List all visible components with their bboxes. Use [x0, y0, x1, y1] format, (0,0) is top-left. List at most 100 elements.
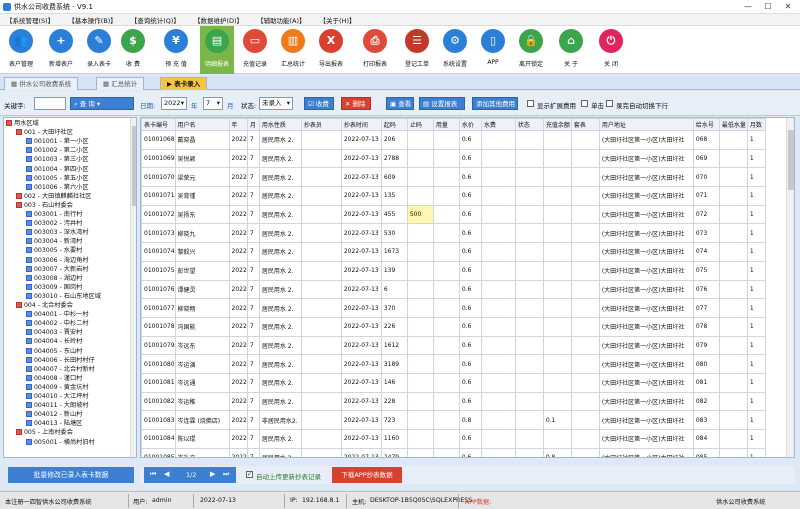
table-row[interactable]: 01001073 柳晓九 2022 7 居民用水 2. 2022-07-13 530 0.6 (… [141, 223, 766, 244]
tree-leaf-node[interactable]: 003003 - 深水湾村 [26, 229, 89, 237]
table-cell[interactable] [406, 148, 434, 169]
column-header[interactable]: 抄表员 [300, 118, 342, 131]
table-cell[interactable] [406, 223, 434, 244]
table-row[interactable]: 01001083 岑连霖 (烧佛店) 2022 7 非居民用水2. 2022-07-13 7… [141, 410, 766, 430]
tree-leaf-node[interactable]: 004012 - 新山村 [26, 411, 82, 419]
search-button[interactable]: ⌕ 查 询 ▾ [70, 97, 134, 110]
tree-leaf-node[interactable]: 003007 - 大新岩村 [26, 265, 89, 274]
tree-leaf-node[interactable]: 003002 - 汚井村 [26, 220, 82, 228]
table-row[interactable]: 01001077 柳晓畅 2022 7 居民用水 2. 2022-07-13 370 0.6 (… [141, 298, 766, 318]
report-settings-button[interactable]: ▤ 设置报表 [419, 97, 465, 110]
grid-scroll-thumb[interactable] [788, 130, 794, 190]
table-row[interactable]: 01001069 吴悦颖 2022 7 居民用水 2. 2022-07-13 2788 0.6… [141, 148, 766, 169]
table-cell[interactable]: 500 [406, 204, 434, 225]
column-header[interactable]: 表卡编号 [141, 118, 176, 131]
auto-next-checkbox[interactable] [606, 100, 613, 107]
tree-leaf-node[interactable]: 004004 - 长岭村 [26, 338, 82, 346]
toolbar-button-card[interactable]: ▭ 充值记录 [238, 26, 272, 74]
table-row[interactable]: 01001071 吴育锺 2022 7 居民用水 2. 2022-07-13 135 0.6 (… [141, 186, 766, 206]
tree-leaf-node[interactable]: 003008 - 湖边村 [26, 274, 82, 283]
table-cell[interactable] [406, 298, 434, 318]
tree-leaf-node[interactable]: 004007 - 北合村新村 [26, 365, 95, 374]
column-header[interactable]: 抄表时间 [340, 118, 382, 131]
collect-button[interactable]: ☑ 收费 [304, 97, 334, 110]
toolbar-button-printer[interactable]: ⎙ 打印报表 [358, 26, 392, 74]
year-select[interactable]: 2022 ▾ [161, 97, 187, 110]
tree-leaf-node[interactable]: 005001 - 横尚村旧村 [26, 438, 95, 447]
tree-leaf-node[interactable]: 004002 - 中杉二村 [26, 320, 89, 328]
tree-leaf-node[interactable]: 004008 - 谨口村 [26, 374, 82, 383]
tree-leaf-node[interactable]: 004001 - 中杉一村 [26, 311, 89, 319]
column-header[interactable]: 起码 [380, 118, 408, 131]
close-window-button[interactable]: ✕ [778, 1, 798, 13]
column-header[interactable]: 用户地址 [598, 118, 694, 131]
delete-button[interactable]: ✕ 删除 [341, 97, 371, 110]
next-page-icon[interactable]: ▶ [210, 470, 215, 478]
table-row[interactable]: 01001082 岑运稚 2022 7 居民用水 2. 2022-07-13 228 0.6 (… [141, 391, 766, 412]
table-cell[interactable] [406, 447, 434, 457]
table-cell[interactable] [406, 429, 434, 449]
tree-leaf-node[interactable]: 004013 - 陆塘区 [26, 420, 82, 428]
tree-leaf-node[interactable]: 004003 - 賈安村 [26, 329, 82, 337]
column-header[interactable]: 月数 [746, 118, 766, 131]
download-app-data-button[interactable]: 下载APP抄表数据 [332, 467, 402, 483]
toolbar-button-power[interactable]: ⏻ 关 闭 [594, 26, 628, 74]
tree-leaf-node[interactable]: 003009 - 国岗村 [26, 283, 82, 292]
menu-query-stats[interactable]: 【查询统计(Q)】 [131, 15, 180, 25]
table-row[interactable]: 01001075 彭世望 2022 7 居民用水 2. 2022-07-13 139 0.6 (… [141, 260, 766, 281]
column-header[interactable]: 用量 [432, 118, 460, 131]
toolbar-button-lock[interactable]: 🔒 离开锁定 [514, 26, 548, 74]
table-row[interactable]: 01001076 谭健灵 2022 7 居民用水 2. 2022-07-13 6 0.6 (大田… [141, 279, 766, 300]
tree-leaf-node[interactable]: 001003 - 第三小区 [26, 156, 89, 164]
table-row[interactable]: 01001074 黎毅兴 2022 7 居民用水 2. 2022-07-13 1673 0.6… [141, 242, 766, 262]
tree-group-node[interactable]: 004 - 北合村委会 [16, 302, 73, 310]
toolbar-button-report[interactable]: ▤ 明细报表 [200, 26, 234, 74]
tab-summary[interactable]: ▦ 汇总统计 [96, 77, 145, 90]
table-row[interactable]: 01001078 冯国能 2022 7 居民用水 2. 2022-07-13 226 0.6 (… [141, 316, 766, 337]
tree-scroll-thumb[interactable] [132, 126, 136, 206]
column-header[interactable]: 套表 [570, 118, 600, 131]
column-header[interactable]: 用水性质 [258, 118, 302, 131]
tree-leaf-node[interactable]: 003010 - 石山东地区域 [26, 292, 101, 301]
tree-group-node[interactable]: 002 - 大田镇麒麟社社区 [16, 192, 91, 201]
tree-leaf-node[interactable]: 004005 - 东山村 [26, 347, 82, 356]
table-row[interactable]: 01001068 戴晓晶 2022 7 居民用水 2. 2022-07-13 206 0.6 (… [141, 130, 766, 150]
tree-group-node[interactable]: 001 - 大田圩社区 [16, 129, 73, 137]
toolbar-button-excel[interactable]: X 导出报表 [314, 26, 348, 74]
tree-group-node[interactable]: 用水区域 [6, 120, 39, 128]
toolbar-button-home[interactable]: ⌂ 关 于 [554, 26, 588, 74]
column-header[interactable]: 止码 [406, 118, 434, 131]
column-header[interactable]: 用户名 [174, 118, 230, 131]
table-cell[interactable] [406, 242, 434, 262]
table-row[interactable]: 01001085岑礼文20227居民用水 2. 2022-07-132479 0.6… [141, 447, 766, 457]
month-select[interactable]: 7 ▾ [203, 97, 223, 110]
tree-leaf-node[interactable]: 004006 - 长田村村仔 [26, 356, 95, 365]
table-cell[interactable] [406, 391, 434, 412]
single-click-checkbox[interactable] [581, 100, 588, 107]
column-header[interactable]: 年 [228, 118, 248, 131]
toolbar-button-users[interactable]: 👥 表户管理 [4, 26, 38, 74]
tree-leaf-node[interactable]: 001006 - 第六小区 [26, 183, 89, 192]
table-row[interactable]: 01001084 陈以琨 2022 7 居民用水 2. 2022-07-13 1160 0.6… [141, 429, 766, 449]
tree-leaf-node[interactable]: 001005 - 第五小区 [26, 174, 89, 183]
tree-leaf-node[interactable]: 003006 - 海边角村 [26, 256, 89, 265]
table-cell[interactable] [406, 372, 434, 393]
tab-card-entry[interactable]: ▶ 表卡录入 [160, 77, 208, 90]
prev-page-icon[interactable]: ◀ [164, 470, 169, 478]
tree-leaf-node[interactable]: 003004 - 新湾村 [26, 238, 82, 246]
menu-basic-ops[interactable]: 【基本操作(B)】 [68, 15, 117, 25]
table-cell[interactable] [406, 130, 434, 150]
show-expand-checkbox[interactable] [527, 100, 534, 107]
minimize-button[interactable]: — [738, 1, 758, 13]
tree-group-node[interactable]: 005 - 上南村委会 [16, 429, 73, 437]
column-header[interactable]: 水费 [480, 118, 516, 131]
menu-about[interactable]: 【关于(H)】 [320, 15, 356, 25]
auto-upload-checkbox[interactable]: ✓ [246, 471, 253, 478]
toolbar-button-user-add[interactable]: + 新增表户 [44, 26, 78, 74]
table-cell[interactable] [406, 279, 434, 300]
table-cell[interactable] [406, 260, 434, 281]
tab-home[interactable]: ▦ 供水公司收费系统 [4, 77, 79, 90]
table-row[interactable]: 01001079 岑远东 2022 7 居民用水 2. 2022-07-13 1612 0.6… [141, 335, 766, 356]
column-header[interactable]: 最低水量 [718, 118, 748, 131]
toolbar-button-gear[interactable]: ⚙ 系统设置 [438, 26, 472, 74]
